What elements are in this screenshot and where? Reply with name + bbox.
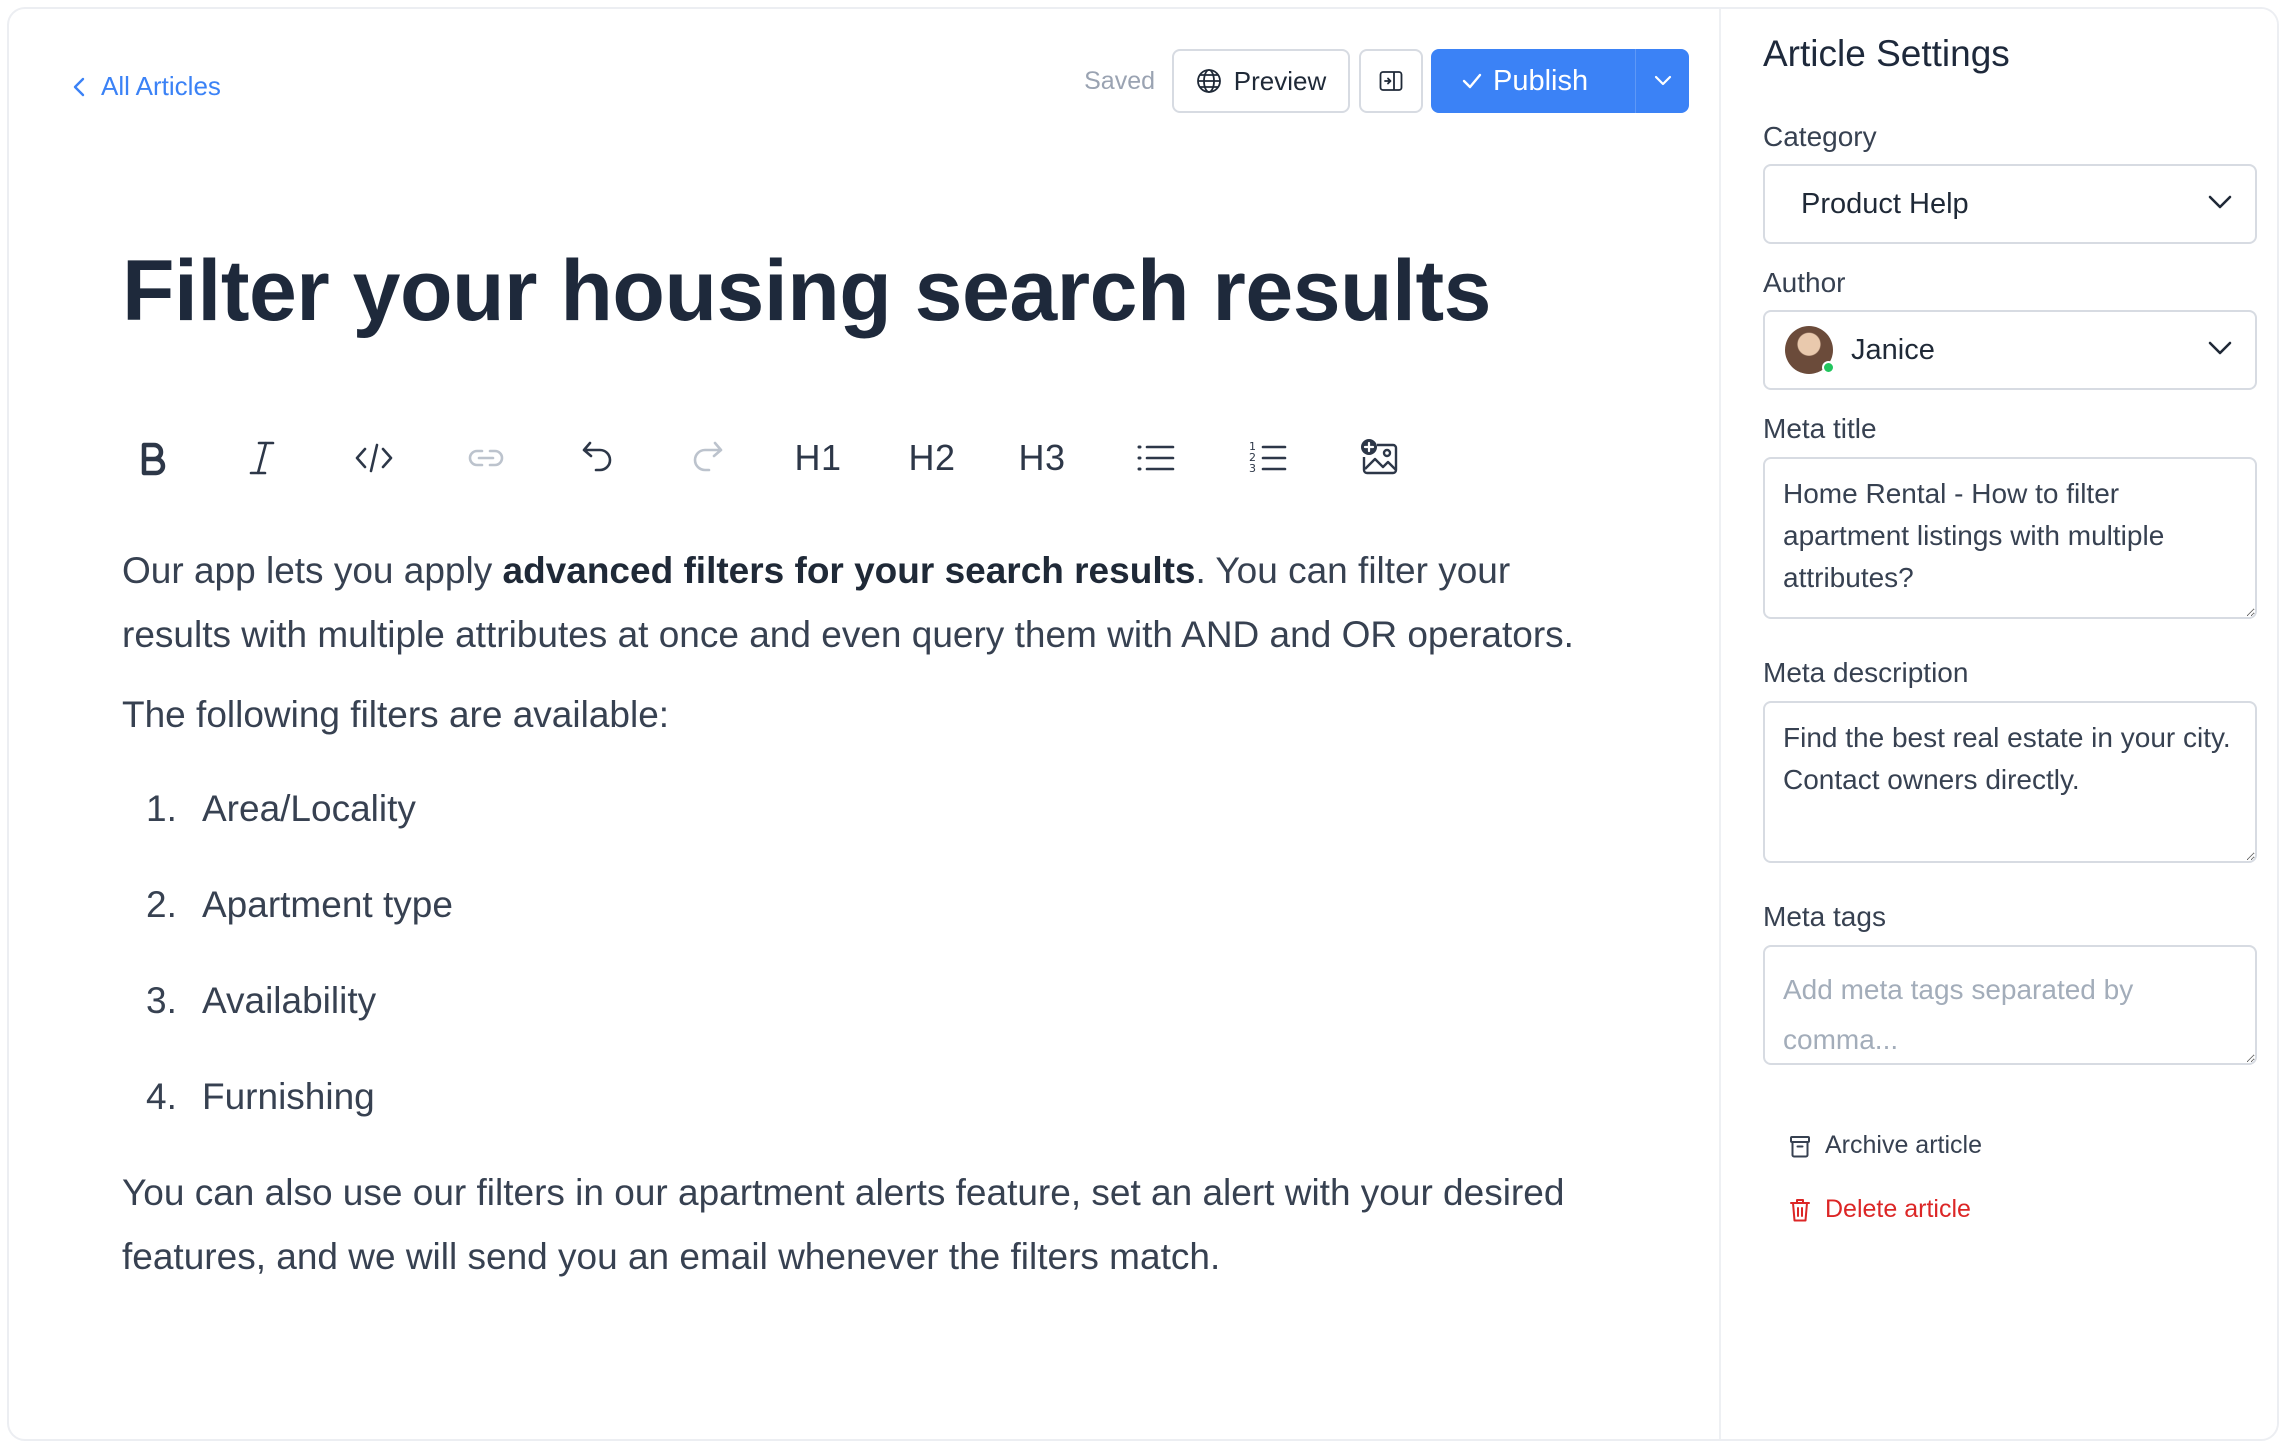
heading-1-button[interactable]: H1 bbox=[788, 423, 848, 493]
article-body[interactable]: Our app lets you apply advanced filters … bbox=[122, 539, 1582, 1289]
save-status: Saved bbox=[1084, 66, 1155, 95]
redo-button[interactable] bbox=[678, 423, 738, 493]
heading-2-button[interactable]: H2 bbox=[902, 423, 962, 493]
author-label: Author bbox=[1763, 267, 1846, 298]
link-icon bbox=[468, 449, 504, 467]
meta-title-label: Meta title bbox=[1763, 413, 1877, 444]
italic-button[interactable] bbox=[232, 423, 292, 493]
sidebar-title: Article Settings bbox=[1763, 33, 2010, 74]
heading-3-label: H3 bbox=[1018, 437, 1066, 478]
meta-title-field[interactable]: Home Rental - How to filter apartment li… bbox=[1763, 457, 2257, 619]
bullet-list-button[interactable] bbox=[1126, 423, 1186, 493]
paragraph-filters-intro: The following filters are available: bbox=[122, 694, 670, 735]
archive-article-label: Archive article bbox=[1825, 1131, 1982, 1159]
globe-icon bbox=[1196, 69, 1221, 93]
all-articles-link[interactable]: All Articles bbox=[71, 71, 221, 102]
article-settings-sidebar: Article Settings Category Product Help A… bbox=[1719, 9, 2277, 1439]
preview-button[interactable]: Preview bbox=[1172, 49, 1350, 113]
category-value: Product Help bbox=[1801, 187, 1969, 220]
article-title[interactable]: Filter your housing search results bbox=[122, 241, 1491, 341]
list-item: 1. Area/Locality bbox=[122, 777, 1582, 841]
list-number: 1. bbox=[146, 788, 177, 829]
meta-description-label: Meta description bbox=[1763, 657, 1969, 688]
paragraph-intro-start: Our app lets you apply bbox=[122, 550, 503, 591]
filters-list: 1. Area/Locality 2. Apartment type 3. Avail… bbox=[122, 777, 1582, 1129]
toggle-sidebar-button[interactable] bbox=[1359, 49, 1423, 113]
author-select[interactable]: Janice bbox=[1763, 310, 2257, 390]
undo-button[interactable] bbox=[567, 423, 627, 493]
sidebar-toggle-icon bbox=[1379, 71, 1403, 91]
list-item: 4. Furnishing bbox=[122, 1065, 1582, 1129]
avatar bbox=[1785, 326, 1835, 374]
chevron-down-icon bbox=[2208, 341, 2232, 355]
list-number: 2. bbox=[146, 884, 177, 925]
app-window: All Articles Saved Preview Publish Filte… bbox=[7, 7, 2279, 1441]
online-status-dot bbox=[1822, 361, 1835, 374]
undo-icon bbox=[582, 441, 612, 472]
svg-text:3: 3 bbox=[1249, 462, 1256, 475]
link-button[interactable] bbox=[456, 423, 516, 493]
trash-icon bbox=[1790, 1198, 1810, 1221]
meta-tags-label: Meta tags bbox=[1763, 901, 1886, 932]
redo-icon bbox=[693, 441, 723, 472]
italic-icon bbox=[249, 441, 275, 475]
check-icon bbox=[1462, 73, 1482, 89]
numbered-list-icon: 123 bbox=[1249, 440, 1287, 475]
list-text: Availability bbox=[202, 980, 377, 1021]
chevron-left-icon bbox=[73, 77, 85, 96]
chevron-down-icon bbox=[1654, 75, 1671, 86]
publish-label: Publish bbox=[1493, 64, 1589, 97]
code-button[interactable] bbox=[344, 423, 404, 493]
archive-article-button[interactable]: Archive article bbox=[1789, 1131, 1982, 1160]
paragraph-alerts: You can also use our filters in our apar… bbox=[122, 1172, 1565, 1277]
bold-button[interactable] bbox=[122, 423, 182, 493]
all-articles-label: All Articles bbox=[101, 71, 221, 101]
category-select[interactable]: Product Help bbox=[1763, 164, 2257, 244]
paragraph-intro: Our app lets you apply advanced filters … bbox=[122, 539, 1582, 667]
paragraph-intro-bold: advanced filters for your search results bbox=[502, 550, 1196, 591]
delete-article-label: Delete article bbox=[1825, 1195, 1971, 1223]
delete-article-button[interactable]: Delete article bbox=[1789, 1195, 1971, 1224]
list-text: Area/Locality bbox=[202, 788, 416, 829]
category-label: Category bbox=[1763, 121, 1877, 152]
list-text: Furnishing bbox=[202, 1076, 375, 1117]
editor-actions: Saved Preview Publish bbox=[1084, 49, 1689, 113]
meta-tags-input[interactable] bbox=[1763, 945, 2257, 1065]
code-icon bbox=[355, 443, 393, 473]
list-item: 3. Availability bbox=[122, 969, 1582, 1033]
author-value: Janice bbox=[1851, 333, 1935, 366]
list-text: Apartment type bbox=[202, 884, 453, 925]
chevron-down-icon bbox=[2208, 195, 2232, 209]
numbered-list-button[interactable]: 123 bbox=[1238, 423, 1298, 493]
publish-button[interactable]: Publish bbox=[1431, 49, 1635, 113]
editor-pane: All Articles Saved Preview Publish Filte… bbox=[9, 9, 1719, 1439]
publish-button-group: Publish bbox=[1431, 49, 1689, 113]
insert-image-button[interactable] bbox=[1350, 423, 1410, 493]
bullet-list-icon bbox=[1137, 445, 1175, 471]
bold-icon bbox=[141, 442, 166, 476]
publish-options-button[interactable] bbox=[1635, 49, 1689, 113]
heading-2-label: H2 bbox=[908, 437, 956, 478]
heading-3-button[interactable]: H3 bbox=[1012, 423, 1072, 493]
heading-1-label: H1 bbox=[794, 437, 842, 478]
meta-description-field[interactable]: Find the best real estate in your city. … bbox=[1763, 701, 2257, 863]
list-number: 4. bbox=[146, 1076, 177, 1117]
editor-topbar: All Articles Saved Preview Publish bbox=[9, 9, 1719, 159]
add-image-icon bbox=[1361, 439, 1398, 475]
list-number: 3. bbox=[146, 980, 177, 1021]
list-item: 2. Apartment type bbox=[122, 873, 1582, 937]
archive-icon bbox=[1790, 1135, 1810, 1157]
preview-label: Preview bbox=[1233, 65, 1327, 96]
